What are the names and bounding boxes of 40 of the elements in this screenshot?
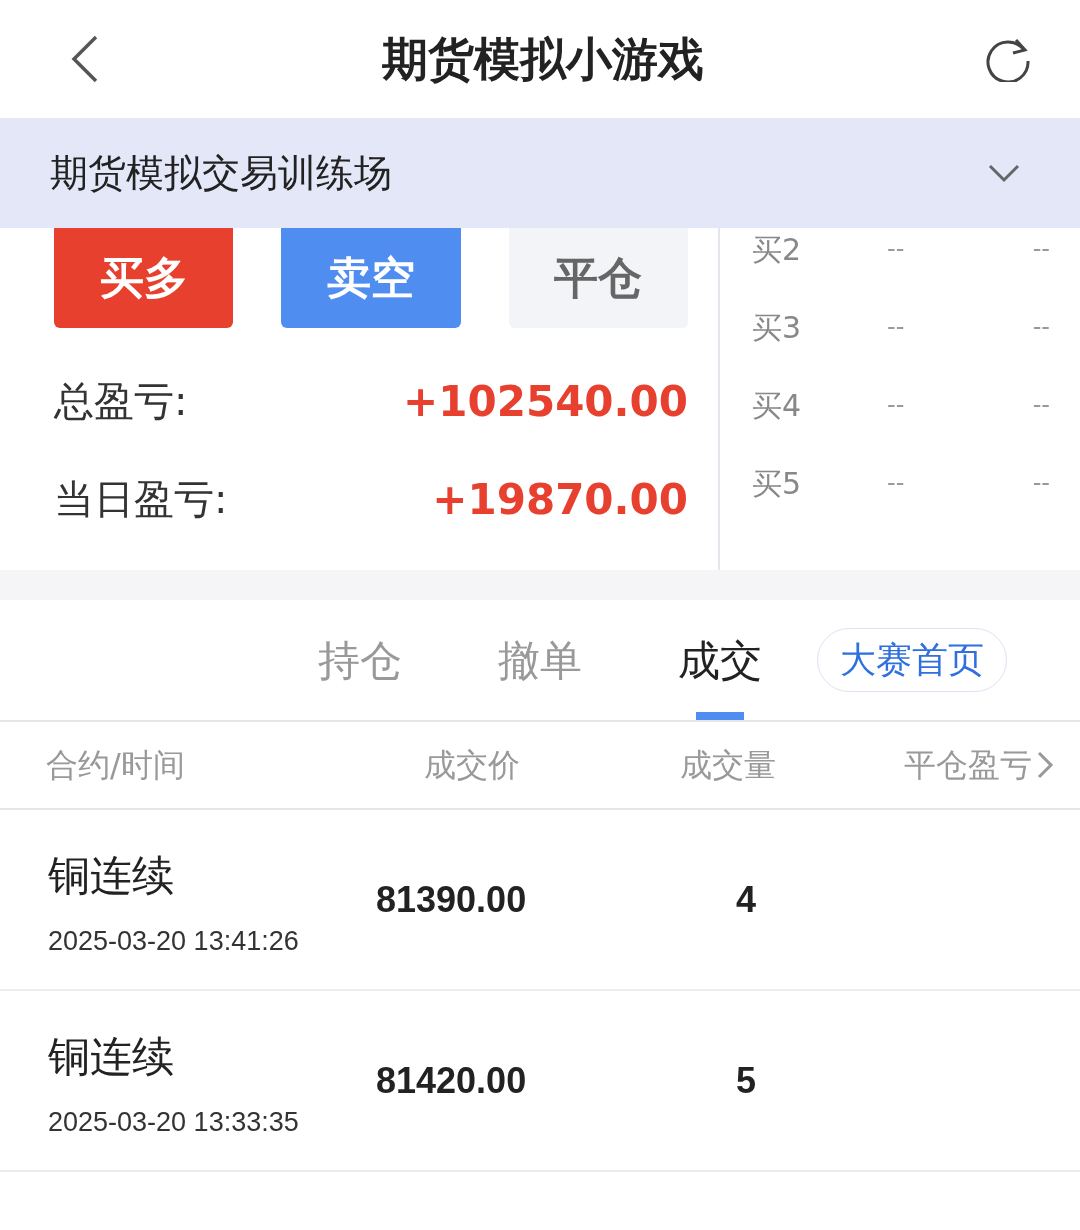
trade-price: 81420.00: [376, 1058, 528, 1103]
trade-volume: 4: [736, 877, 757, 922]
refresh-icon[interactable]: [986, 36, 1032, 82]
bid-volume: --: [1031, 390, 1050, 421]
back-icon[interactable]: [70, 34, 100, 84]
summary-value: +19870.00: [432, 473, 688, 526]
tab[interactable]: 持仓: [270, 600, 450, 720]
bid-volume: --: [1031, 468, 1050, 499]
trade-time: 2025-03-20 13:33:35: [48, 1105, 300, 1139]
banner-title: 期货模拟交易训练场: [50, 149, 392, 197]
bid-volume: --: [1031, 312, 1050, 343]
bid-volume: --: [1031, 234, 1050, 265]
column-header: 成交量: [680, 745, 777, 786]
trade-time: 2025-03-20 13:41:26: [48, 924, 300, 958]
bid-price: --: [887, 234, 906, 265]
bid-level-label: 买2: [752, 230, 803, 269]
chevron-right-icon[interactable]: [1036, 750, 1054, 780]
page-title: 期货模拟小游戏: [382, 30, 704, 88]
column-header: 合约/时间: [46, 745, 186, 786]
trade-volume: 5: [736, 1058, 757, 1103]
buy-long-button[interactable]: 买多: [54, 228, 234, 328]
bid-price: --: [887, 468, 906, 499]
trade-price: 81390.00: [376, 877, 528, 922]
contract-name: 铜连续: [48, 1030, 175, 1083]
summary-label: 总盈亏:: [54, 377, 188, 426]
bid-level-label: 买5: [752, 464, 803, 503]
tab[interactable]: 成交: [630, 600, 810, 720]
bid-price: --: [887, 312, 906, 343]
bid-level-label: 买3: [752, 308, 803, 347]
bid-price: --: [887, 390, 906, 421]
close-position-button[interactable]: 平仓: [508, 228, 688, 328]
column-header[interactable]: 平仓盈亏: [904, 741, 1054, 789]
contract-name: 铜连续: [48, 849, 175, 902]
bid-level-label: 买4: [752, 386, 803, 425]
banner[interactable]: 期货模拟交易训练场: [0, 118, 1080, 228]
column-header: 成交价: [424, 745, 521, 786]
summary-label: 当日盈亏:: [54, 475, 228, 524]
sell-short-button[interactable]: 卖空: [281, 228, 461, 328]
summary-value: +102540.00: [403, 375, 688, 428]
tab[interactable]: 撤单: [450, 600, 630, 720]
